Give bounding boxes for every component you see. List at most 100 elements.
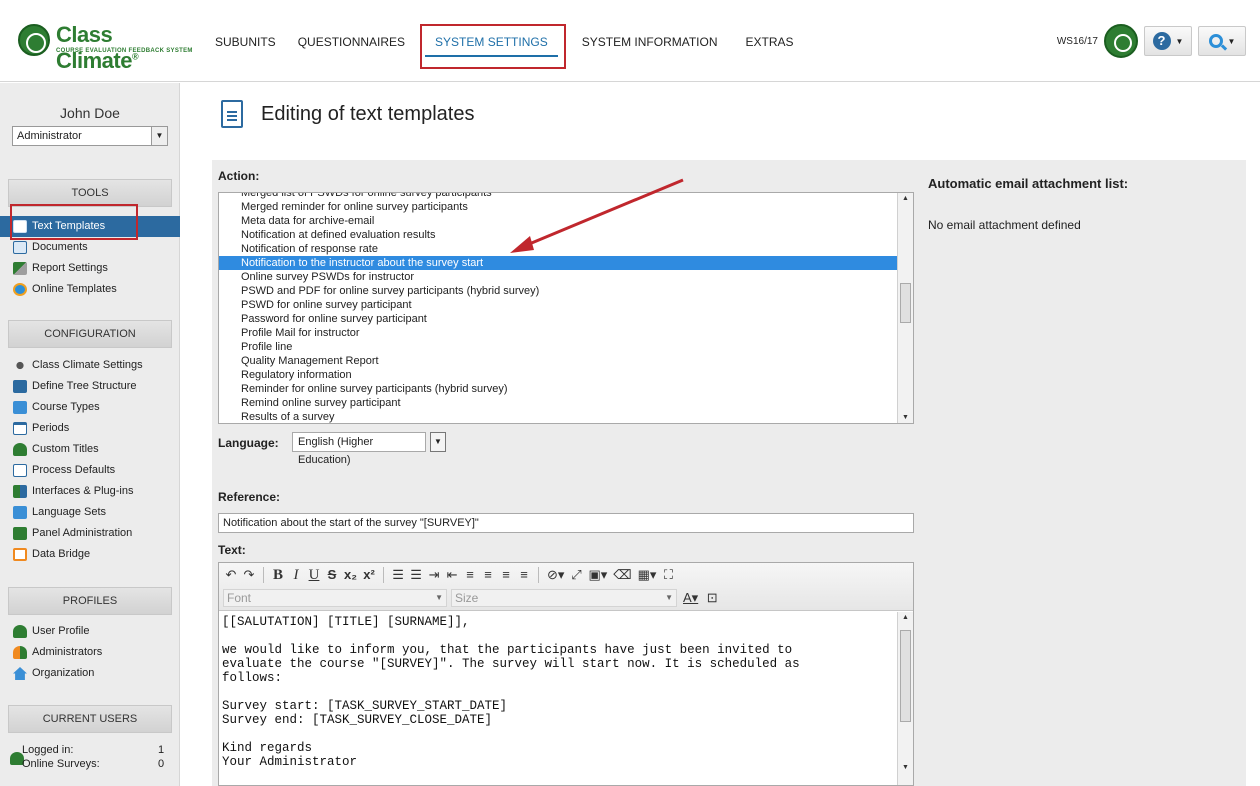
bullet-list-icon[interactable]: ☰ xyxy=(408,566,424,584)
editor-content[interactable]: [[SALUTATION] [TITLE] [SURNAME]], we wou… xyxy=(219,612,897,785)
sidebar-item-online-templates[interactable]: Online Templates xyxy=(0,279,180,300)
calendar-icon xyxy=(13,422,27,435)
language-label: Language: xyxy=(218,436,279,450)
reference-input[interactable]: Notification about the start of the surv… xyxy=(218,513,914,533)
search-menu-button[interactable]: ▼ xyxy=(1198,26,1246,56)
list-item[interactable]: PSWD and PDF for online survey participa… xyxy=(219,284,913,298)
sidebar-item-class-climate-settings[interactable]: Class Climate Settings xyxy=(0,355,180,376)
list-item-selected[interactable]: Notification to the instructor about the… xyxy=(219,256,913,270)
list-item[interactable]: Remind online survey participant xyxy=(219,396,913,410)
user-name: John Doe xyxy=(60,105,120,121)
scroll-up-icon[interactable]: ▲ xyxy=(898,614,913,621)
list-item[interactable]: Merged reminder for online survey partic… xyxy=(219,200,913,214)
outdent-icon[interactable]: ⇤ xyxy=(444,566,460,584)
unlink-icon[interactable]: ⤢ xyxy=(568,566,584,584)
chevron-down-icon[interactable]: ▼ xyxy=(430,432,446,452)
link-icon[interactable]: ⊘▾ xyxy=(545,566,566,584)
list-item[interactable]: Regulatory information xyxy=(219,368,913,382)
nav-questionnaires[interactable]: QUESTIONNAIRES xyxy=(288,33,415,51)
list-item[interactable]: Merged list of PSWDs for online survey p… xyxy=(219,193,913,200)
sidebar-item-label: Process Defaults xyxy=(32,464,116,476)
table-icon[interactable]: ▦▾ xyxy=(636,566,659,584)
nav-extras[interactable]: EXTRAS xyxy=(736,33,804,51)
sidebar-item-organization[interactable]: Organization xyxy=(0,663,180,684)
size-select[interactable]: Size ▼ xyxy=(451,589,677,607)
sidebar-item-panel-administration[interactable]: Panel Administration xyxy=(0,523,180,544)
image-icon[interactable]: ▣▾ xyxy=(586,566,609,584)
list-item[interactable]: Quality Management Report xyxy=(219,354,913,368)
nav-subunits[interactable]: SUBUNITS xyxy=(205,33,286,51)
sidebar-item-course-types[interactable]: Course Types xyxy=(0,397,180,418)
list-item[interactable]: PSWD for online survey participant xyxy=(219,298,913,312)
list-item[interactable]: Notification of response rate xyxy=(219,242,913,256)
sidebar-item-user-profile[interactable]: User Profile xyxy=(0,621,180,642)
list-item[interactable]: Online survey PSWDs for instructor xyxy=(219,270,913,284)
help-menu-button[interactable]: ? ▼ xyxy=(1144,26,1192,56)
align-right-icon[interactable]: ≡ xyxy=(498,566,514,584)
list-item[interactable]: Meta data for archive-email xyxy=(219,214,913,228)
top-right-controls: WS16/17 ? ▼ ▼ xyxy=(1057,24,1246,58)
sidebar-item-periods[interactable]: Periods xyxy=(0,418,180,439)
align-justify-icon[interactable]: ≡ xyxy=(516,566,532,584)
documents-icon xyxy=(13,241,27,254)
current-users-header: CURRENT USERS xyxy=(8,705,172,733)
list-item[interactable]: Notification at defined evaluation resul… xyxy=(219,228,913,242)
redo-icon[interactable]: ↷ xyxy=(241,566,257,584)
search-icon xyxy=(1208,34,1223,48)
undo-icon[interactable]: ↶ xyxy=(223,566,239,584)
align-left-icon[interactable]: ≡ xyxy=(462,566,478,584)
eraser-icon[interactable]: ⌫ xyxy=(611,566,633,584)
action-listbox[interactable]: Merged list of PSWDs for online survey p… xyxy=(218,192,914,424)
superscript-button[interactable]: x² xyxy=(361,566,377,584)
sidebar-item-data-bridge[interactable]: Data Bridge xyxy=(0,544,180,565)
sidebar-item-custom-titles[interactable]: Custom Titles xyxy=(0,439,180,460)
align-center-icon[interactable]: ≡ xyxy=(480,566,496,584)
sidebar-item-label: Interfaces & Plug-ins xyxy=(32,485,134,497)
scrollbar-thumb[interactable] xyxy=(900,630,911,722)
sidebar-item-administrators[interactable]: Administrators xyxy=(0,642,180,663)
scroll-down-icon[interactable]: ▼ xyxy=(898,764,913,771)
insert-placeholder-icon[interactable]: ⊡ xyxy=(704,589,720,607)
scroll-up-icon[interactable]: ▲ xyxy=(898,195,913,202)
class-climate-badge-icon[interactable] xyxy=(1104,24,1138,58)
strikethrough-button[interactable]: S xyxy=(324,566,340,584)
font-select[interactable]: Font ▼ xyxy=(223,589,447,607)
sidebar-item-interfaces-plugins[interactable]: Interfaces & Plug-ins xyxy=(0,481,180,502)
sidebar-item-label: Course Types xyxy=(32,401,100,413)
scroll-down-icon[interactable]: ▼ xyxy=(898,414,913,421)
class-climate-logo[interactable]: Class Climate® COURSE EVALUATION FEEDBAC… xyxy=(18,22,192,73)
semester-label[interactable]: WS16/17 xyxy=(1057,36,1098,47)
chevron-down-icon: ▼ xyxy=(151,127,167,145)
globe-icon xyxy=(13,283,27,296)
list-item[interactable]: Profile line xyxy=(219,340,913,354)
sidebar-item-define-tree-structure[interactable]: Define Tree Structure xyxy=(0,376,180,397)
list-item[interactable]: Reminder for online survey participants … xyxy=(219,382,913,396)
sidebar-item-documents[interactable]: Documents xyxy=(0,237,180,258)
sidebar-item-report-settings[interactable]: Report Settings xyxy=(0,258,180,279)
role-select[interactable]: Administrator ▼ xyxy=(12,126,168,146)
fullscreen-icon[interactable]: ⛶ xyxy=(660,566,676,584)
text-color-icon[interactable]: A▾ xyxy=(681,589,700,607)
numbered-list-icon[interactable]: ☰ xyxy=(390,566,406,584)
indent-icon[interactable]: ⇥ xyxy=(426,566,442,584)
language-select[interactable]: English (Higher Education) xyxy=(292,432,426,466)
sidebar-item-language-sets[interactable]: Language Sets xyxy=(0,502,180,523)
page-title-area: Editing of text templates xyxy=(221,100,474,128)
italic-button[interactable]: I xyxy=(288,566,304,584)
list-item[interactable]: Password for online survey participant xyxy=(219,312,913,326)
list-item[interactable]: Results of a survey xyxy=(219,410,913,423)
scrollbar-thumb[interactable] xyxy=(900,283,911,323)
action-list: Merged list of PSWDs for online survey p… xyxy=(219,193,913,423)
underline-button[interactable]: U xyxy=(306,566,322,584)
bold-button[interactable]: B xyxy=(270,566,286,584)
list-item[interactable]: Profile Mail for instructor xyxy=(219,326,913,340)
action-list-scrollbar[interactable]: ▲ ▼ xyxy=(897,193,913,423)
tools-header: TOOLS xyxy=(8,179,172,207)
editor-scrollbar[interactable]: ▲ ▼ xyxy=(897,612,913,785)
subscript-button[interactable]: x₂ xyxy=(342,566,359,584)
sidebar-item-label: User Profile xyxy=(32,625,90,637)
help-icon: ? xyxy=(1152,32,1171,50)
nav-system-information[interactable]: SYSTEM INFORMATION xyxy=(572,33,728,51)
sidebar-item-process-defaults[interactable]: Process Defaults xyxy=(0,460,180,481)
tree-icon xyxy=(13,380,27,393)
